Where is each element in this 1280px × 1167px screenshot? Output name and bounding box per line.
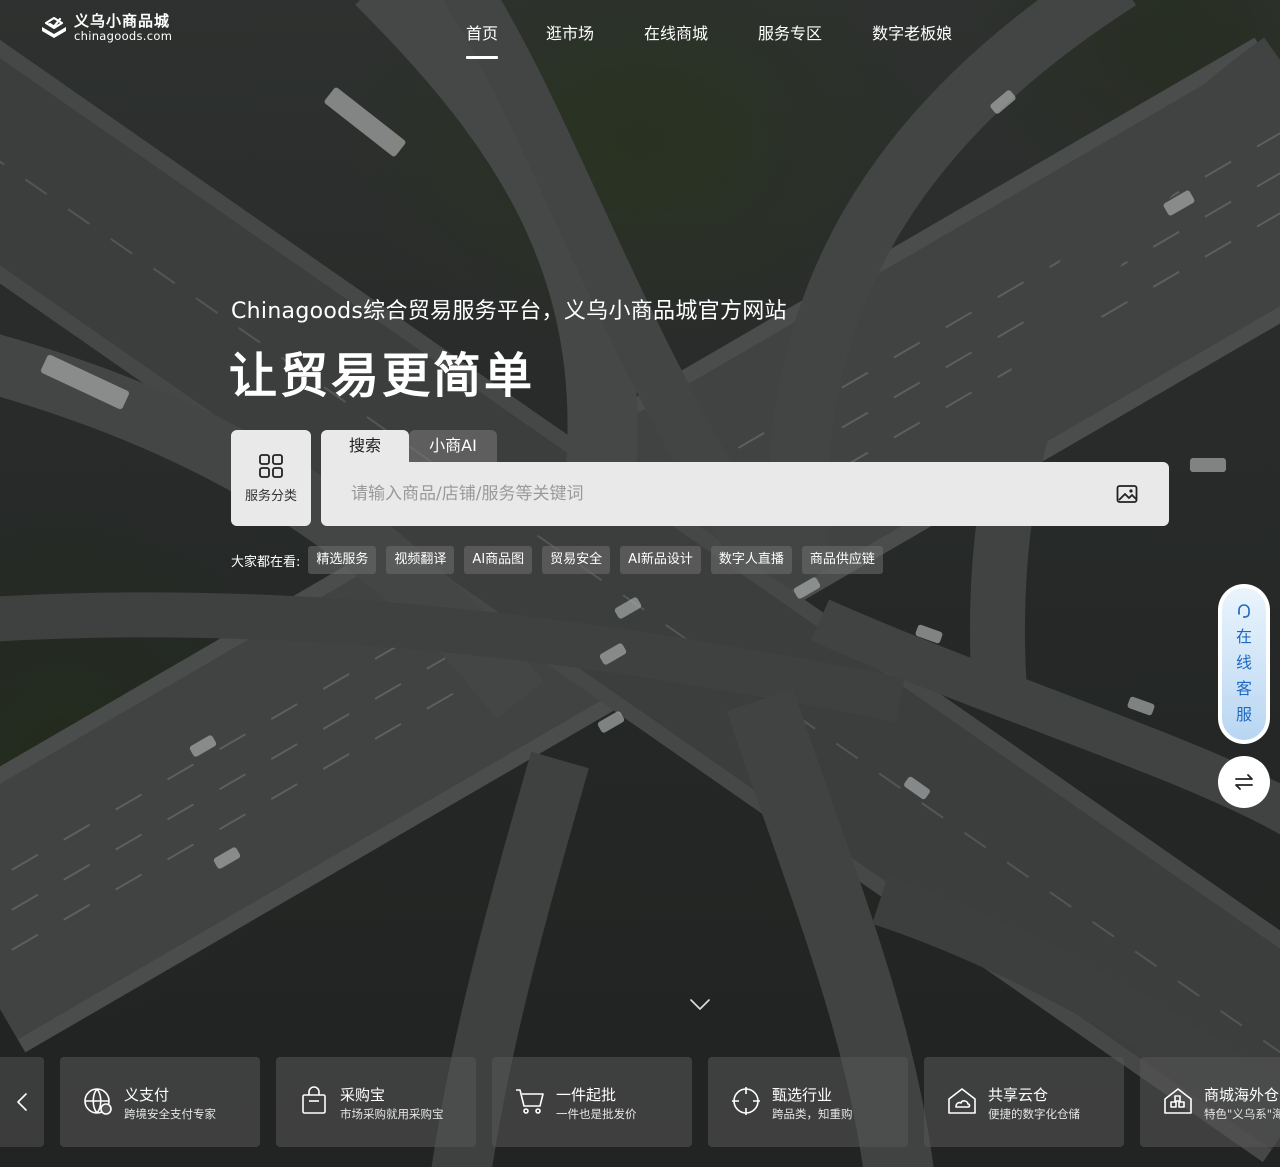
customer-service-char: 线 bbox=[1235, 653, 1252, 672]
service-card-title: 采购宝 bbox=[340, 1086, 386, 1104]
service-card-overseas-warehouse[interactable]: 商城海外仓 特色"义乌系"海 bbox=[1140, 1057, 1280, 1147]
hot-tag[interactable]: 数字人直播 bbox=[710, 546, 792, 574]
shopping-bag-icon bbox=[302, 1086, 326, 1114]
headset-icon bbox=[1238, 604, 1250, 618]
nav-item-online-mall[interactable]: 在线商城 bbox=[644, 20, 708, 60]
nav-item-market[interactable]: 逛市场 bbox=[546, 20, 594, 60]
service-card-desc: 特色"义乌系"海 bbox=[1204, 1107, 1280, 1121]
switch-arrows-icon bbox=[1235, 774, 1253, 790]
service-card-title: 义支付 bbox=[124, 1086, 170, 1104]
chevron-left-icon bbox=[17, 1093, 27, 1111]
overseas-warehouse-icon bbox=[1164, 1088, 1192, 1114]
service-card-desc: 一件也是批发价 bbox=[556, 1107, 637, 1121]
image-icon[interactable] bbox=[1115, 482, 1139, 506]
hot-tag[interactable]: 商品供应链 bbox=[801, 546, 883, 574]
search-input[interactable] bbox=[351, 462, 1091, 526]
service-card-selected-industry[interactable]: 甄选行业 跨品类，知重购 bbox=[708, 1057, 908, 1147]
grid-icon bbox=[259, 453, 283, 478]
service-category-button[interactable]: 服务分类 bbox=[231, 430, 311, 526]
service-card-desc: 市场采购就用采购宝 bbox=[340, 1107, 444, 1121]
hot-tag[interactable]: AI商品图 bbox=[464, 546, 533, 574]
service-card-desc: 跨境安全支付专家 bbox=[124, 1107, 216, 1121]
hero-background-image bbox=[0, 0, 1280, 1167]
chevron-down-icon[interactable] bbox=[688, 996, 712, 1014]
nav-item-services[interactable]: 服务专区 bbox=[758, 20, 822, 60]
main-nav: 首页 逛市场 在线商城 服务专区 数字老板娘 bbox=[466, 20, 952, 60]
hero-headline: 让贸易更简单 bbox=[229, 348, 536, 404]
logo-name-cn: 义乌小商品城 bbox=[74, 12, 171, 30]
service-card-desc: 便捷的数字化仓储 bbox=[988, 1107, 1080, 1121]
customer-service-char: 服 bbox=[1235, 705, 1252, 724]
nav-item-home[interactable]: 首页 bbox=[466, 20, 499, 60]
service-card-desc: 跨品类，知重购 bbox=[772, 1107, 853, 1121]
hot-tag[interactable]: 精选服务 bbox=[308, 546, 377, 574]
target-icon bbox=[732, 1087, 760, 1115]
globe-pay-icon bbox=[84, 1088, 112, 1115]
service-card-caigoubao[interactable]: 采购宝 市场采购就用采购宝 bbox=[276, 1057, 476, 1147]
customer-service-char: 在 bbox=[1235, 627, 1252, 646]
warehouse-icon bbox=[948, 1088, 976, 1114]
hot-searches-label: 大家都在看: bbox=[231, 554, 301, 570]
hero-subtitle: Chinagoods综合贸易服务平台，义乌小商品城官方网站 bbox=[231, 299, 787, 324]
services-prev-button[interactable] bbox=[0, 1057, 44, 1147]
service-card-title: 甄选行业 bbox=[772, 1086, 833, 1104]
customer-service-char: 客 bbox=[1235, 679, 1252, 698]
search-tabs: 搜索 小商AI bbox=[321, 430, 497, 462]
service-category-label: 服务分类 bbox=[244, 488, 297, 504]
hot-tag[interactable]: 视频翻译 bbox=[386, 546, 455, 574]
logo-mark-icon bbox=[42, 17, 66, 39]
service-card-one-piece-wholesale[interactable]: 一件起批 一件也是批发价 bbox=[492, 1057, 692, 1147]
tab-search[interactable]: 搜索 bbox=[321, 430, 409, 462]
online-customer-service-button[interactable]: 在 线 客 服 bbox=[1218, 584, 1270, 744]
hot-tag[interactable]: AI新品设计 bbox=[620, 546, 701, 574]
service-card-shared-cloud-warehouse[interactable]: 共享云仓 便捷的数字化仓储 bbox=[924, 1057, 1124, 1147]
service-card-title: 商城海外仓 bbox=[1204, 1086, 1280, 1104]
service-card-title: 一件起批 bbox=[556, 1086, 617, 1104]
site-logo[interactable]: 义乌小商品城 chinagoods.com bbox=[40, 14, 172, 43]
hot-searches: 大家都在看: 精选服务 视频翻译 AI商品图 贸易安全 AI新品设计 数字人直播… bbox=[231, 546, 893, 574]
service-card-title: 共享云仓 bbox=[988, 1086, 1049, 1104]
service-card-yizhifu[interactable]: 义支付 跨境安全支付专家 bbox=[60, 1057, 260, 1147]
nav-item-digital-boss[interactable]: 数字老板娘 bbox=[872, 20, 952, 60]
service-cards: 义支付 跨境安全支付专家 采购宝 市场采购就用采购宝 一件起批 一件也是批发价 … bbox=[60, 1057, 1280, 1147]
cart-icon bbox=[516, 1089, 544, 1114]
logo-name-en: chinagoods.com bbox=[74, 29, 173, 43]
hot-tag[interactable]: 贸易安全 bbox=[542, 546, 611, 574]
search-bar bbox=[321, 462, 1169, 526]
tab-xiaoshang-ai[interactable]: 小商AI bbox=[409, 430, 497, 462]
switch-button[interactable] bbox=[1218, 756, 1270, 808]
